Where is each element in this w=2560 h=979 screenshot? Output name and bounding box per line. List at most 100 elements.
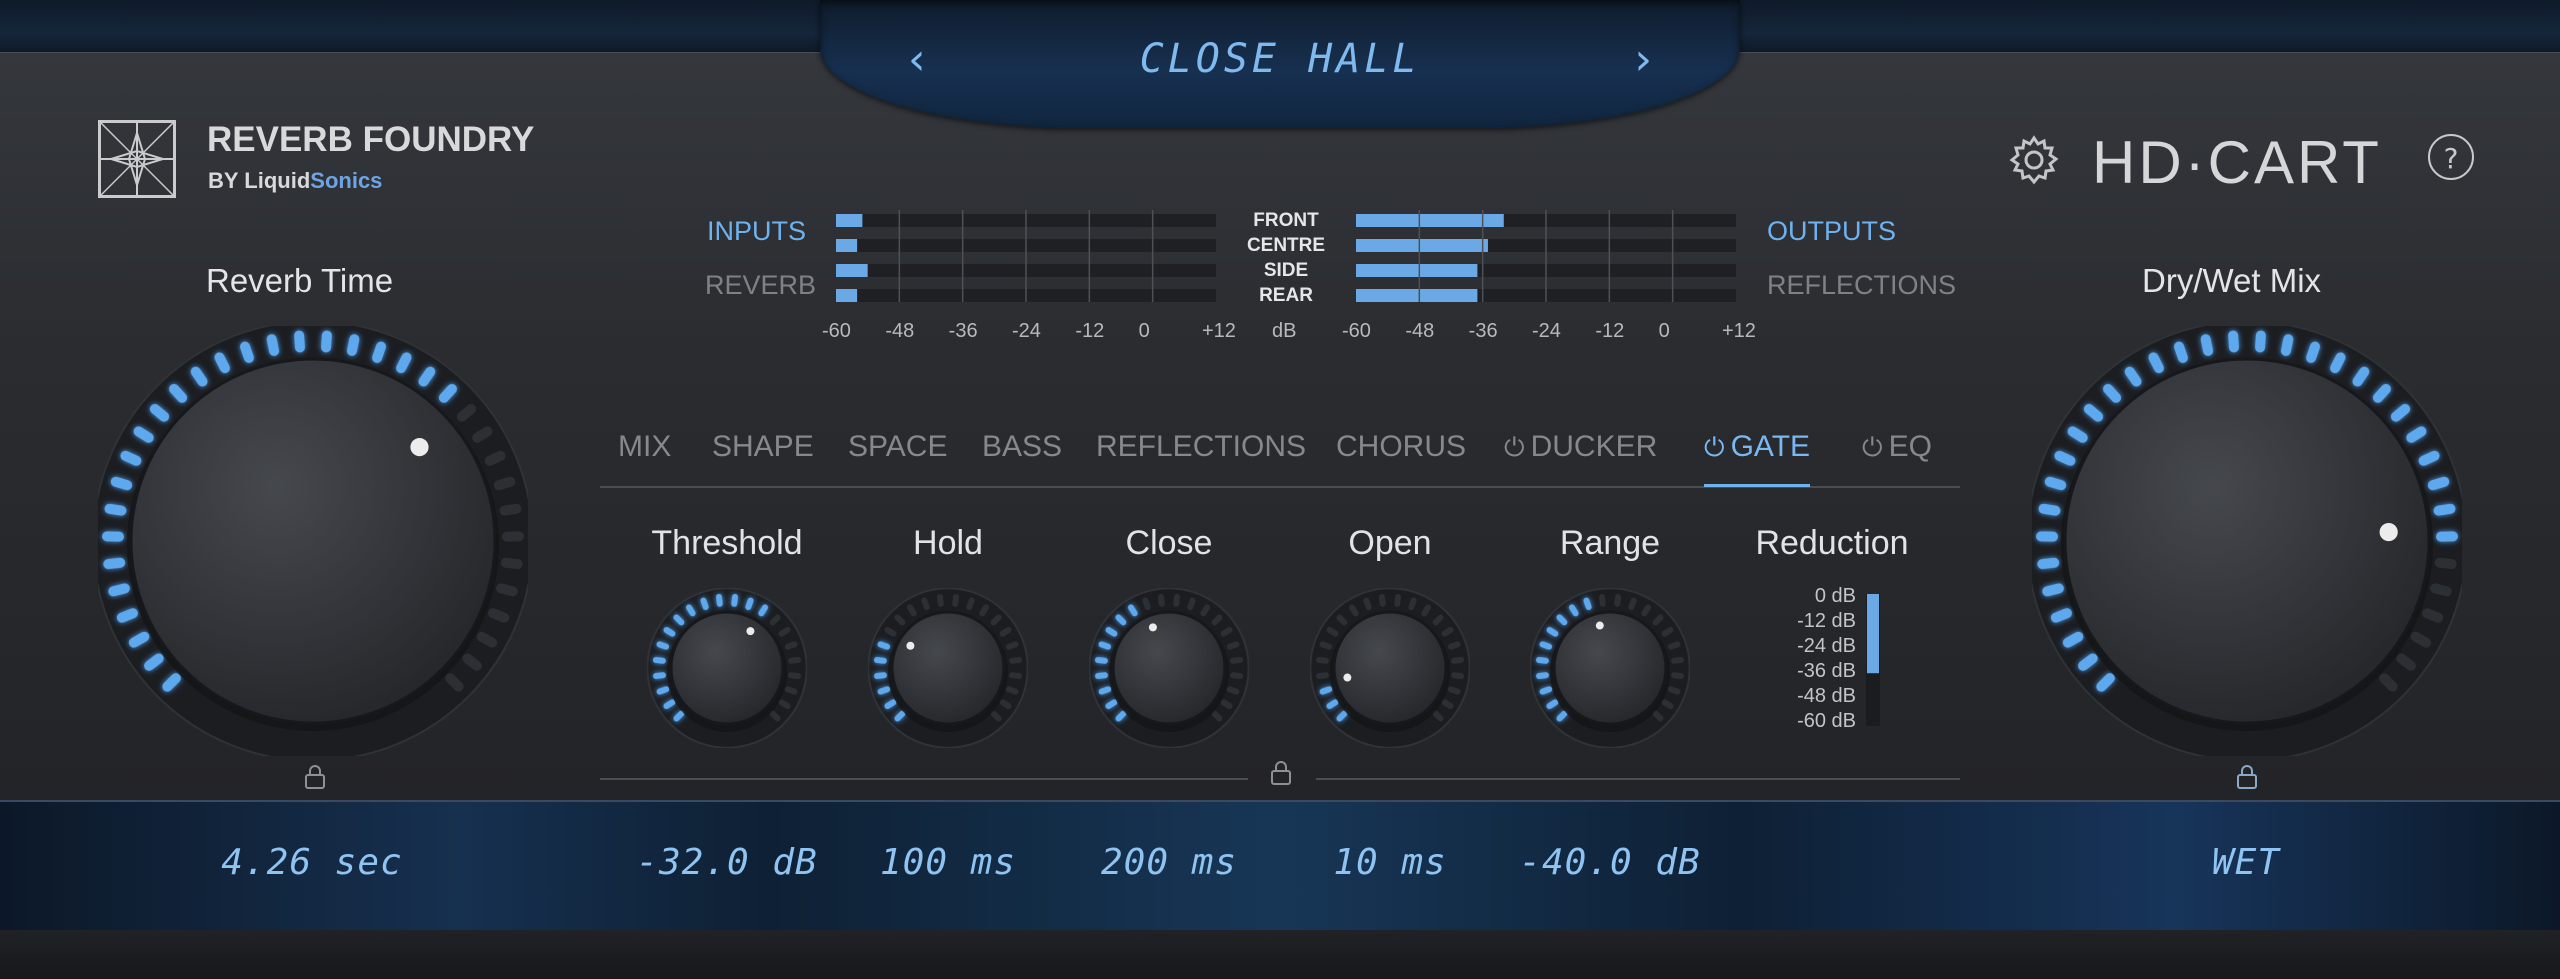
meter-fill (1356, 214, 1504, 227)
knob-pointer (1595, 621, 1604, 630)
meter-scale-tick: -36 (1468, 320, 1498, 342)
meter-scale-tick: -36 (948, 320, 978, 342)
reduction-scale-tick: -24 dB (1797, 635, 1856, 657)
lock-icon[interactable] (2236, 764, 2258, 790)
reduction-scale-tick: -12 dB (1797, 610, 1856, 632)
power-icon[interactable]: ⏻ (1862, 432, 1883, 462)
close-knob[interactable] (1089, 588, 1249, 748)
power-icon[interactable]: ⏻ (1504, 432, 1525, 462)
input-meter (836, 210, 1216, 302)
knob-led-lit (2228, 330, 2239, 353)
reverb-label[interactable]: REVERB (705, 270, 816, 301)
tab-label: MIX (618, 430, 672, 463)
tab-shape[interactable]: SHAPE (712, 430, 814, 464)
footer-strip (0, 930, 2560, 979)
readout-bar: 4.26 sec -32.0 dB 100 ms 200 ms 10 ms -40.0 … (0, 800, 2560, 934)
reduction-scale: 0 dB -12 dB -24 dB -36 dB -48 dB -60 dB (1766, 584, 1856, 734)
meter-scale-tick: -24 (1012, 320, 1041, 342)
brand-company: BY LiquidSonics (208, 168, 382, 194)
tab-mix[interactable]: MIX (618, 430, 671, 464)
reverb-time-label: Reverb Time (206, 262, 394, 299)
tab-label: SHAPE (712, 430, 814, 463)
meter-scale-tick: -12 (1595, 320, 1625, 342)
tab-bar: MIX SHAPE SPACE BASS REFLECTIONS CHORUS ⏻ DUCKE… (600, 424, 1960, 488)
chevron-right-icon[interactable]: › (1634, 34, 1652, 85)
meter-scale-tick: -60 (1342, 320, 1371, 342)
knob-led-lit (321, 330, 332, 353)
dry-wet-mix-knob[interactable] (2032, 326, 2462, 756)
section-divider-left (600, 778, 1248, 780)
range-readout[interactable]: -40.0 dB (1480, 842, 1740, 883)
reduction-scale-tick: -60 dB (1797, 710, 1856, 732)
knob-body[interactable] (1552, 610, 1668, 726)
tab-label: REFLECTIONS (1096, 430, 1307, 463)
preset-selector: ‹ CLOSE HALL › (820, 0, 1740, 128)
outputs-label[interactable]: OUTPUTS (1767, 216, 1896, 247)
brand-by-label: BY (208, 168, 239, 193)
knob-body[interactable] (1111, 610, 1227, 726)
meter-fill (1356, 264, 1478, 277)
reduction-meter (1866, 594, 1880, 726)
reverb-time-readout[interactable]: 4.26 sec (182, 842, 442, 883)
meter-scale-tick: -48 (885, 320, 915, 342)
knob-led-lit (2255, 330, 2266, 353)
tab-label: BASS (982, 430, 1063, 463)
range-label: Range (1559, 524, 1661, 562)
tab-reflections[interactable]: REFLECTIONS (1096, 430, 1306, 464)
tab-ducker[interactable]: ⏻ DUCKER (1504, 430, 1657, 464)
knob-body[interactable] (129, 357, 497, 725)
meter-fill (836, 264, 868, 277)
knob-pointer (906, 641, 915, 650)
tab-eq[interactable]: ⏻ EQ (1862, 430, 1932, 464)
open-knob[interactable] (1310, 588, 1470, 748)
meter-scale-tick: 0 (1658, 320, 1670, 342)
tab-space[interactable]: SPACE (848, 430, 947, 464)
reverb-time-knob[interactable] (98, 326, 528, 756)
meter-fill (836, 214, 863, 227)
knob-body[interactable] (1332, 610, 1448, 726)
dry-wet-mix-label: Dry/Wet Mix (2142, 262, 2322, 299)
channel-front-label: FRONT (1253, 210, 1319, 231)
knob-pointer (746, 627, 755, 636)
reduction-meter-fill (1867, 594, 1879, 674)
meter-scale-tick: 0 (1138, 320, 1150, 342)
section-divider-right (1316, 778, 1960, 780)
lock-icon[interactable] (304, 764, 326, 790)
knob-led-lit (2036, 531, 2059, 542)
meter-fill (1356, 239, 1488, 252)
meter-scale-tick: +12 (1722, 320, 1756, 342)
power-icon[interactable]: ⏻ (1704, 432, 1725, 462)
knob-body[interactable] (2063, 357, 2431, 725)
knob-pointer (410, 438, 429, 457)
hold-label: Hold (913, 524, 983, 562)
meter-scale-tick: -12 (1075, 320, 1105, 342)
dry-wet-readout[interactable]: WET (2116, 842, 2376, 883)
tab-label: SPACE (848, 430, 948, 463)
brand-company-part1: Liquid (244, 168, 311, 193)
brand-title: REVERB FOUNDRY (207, 120, 535, 159)
close-label: Close (1125, 524, 1213, 562)
knob-body[interactable] (890, 610, 1006, 726)
knob-body[interactable] (669, 610, 785, 726)
tab-bass[interactable]: BASS (982, 430, 1062, 464)
lock-icon[interactable] (1270, 760, 1292, 786)
gear-icon[interactable] (2008, 134, 2060, 186)
tab-gate[interactable]: ⏻ GATE (1704, 430, 1811, 487)
open-label: Open (1348, 524, 1432, 562)
help-icon[interactable]: ? (2428, 134, 2474, 180)
hold-knob[interactable] (868, 588, 1028, 748)
range-knob[interactable] (1530, 588, 1690, 748)
meter-scale-tick: -24 (1532, 320, 1561, 342)
threshold-knob[interactable] (647, 588, 807, 748)
reflections-label[interactable]: REFLECTIONS (1767, 270, 1956, 301)
inputs-label[interactable]: INPUTS (707, 216, 806, 247)
preset-name[interactable]: CLOSE HALL (820, 36, 1740, 82)
brand-company-part2: Sonics (310, 168, 383, 193)
knob-led-lit (2435, 531, 2458, 542)
tab-label: DUCKER (1530, 430, 1658, 463)
meter-fill (836, 239, 858, 252)
reverb-foundry-logo-icon (98, 120, 176, 198)
reduction-scale-tick: 0 dB (1814, 585, 1856, 607)
tab-chorus[interactable]: CHORUS (1336, 430, 1466, 464)
meter-fill (1356, 289, 1478, 302)
